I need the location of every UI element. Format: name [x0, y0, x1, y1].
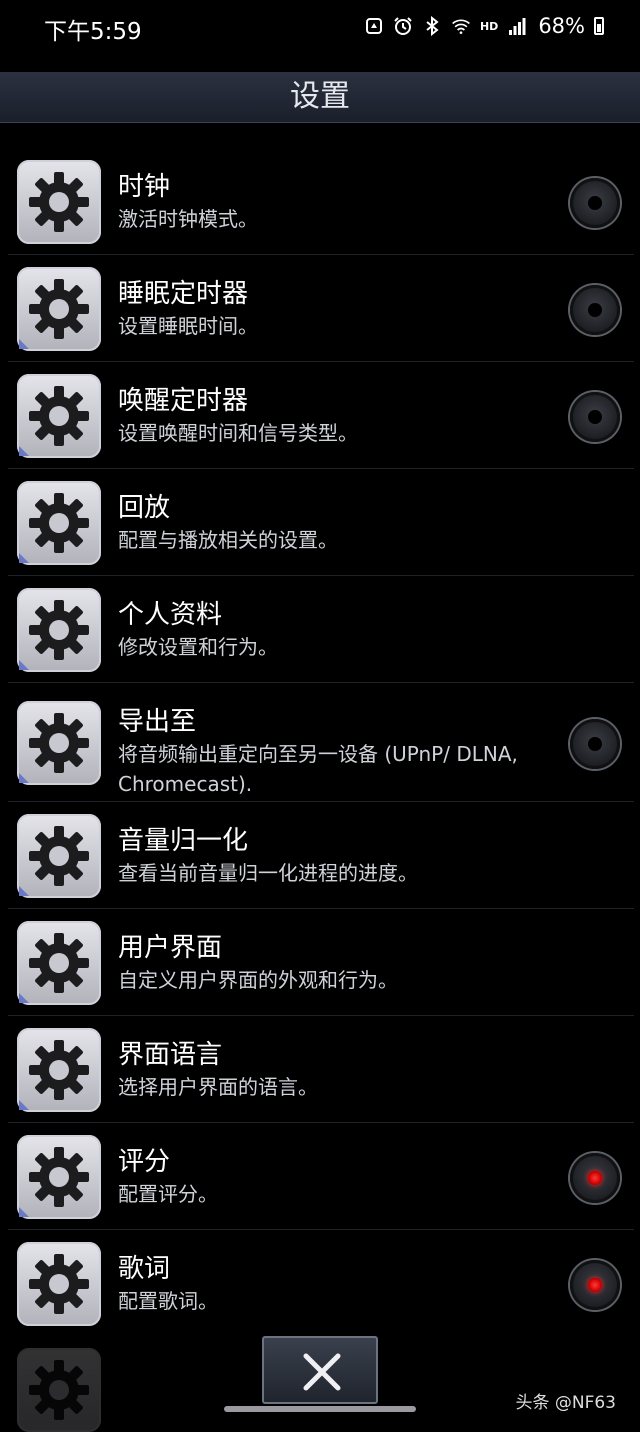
submenu-corner-icon	[19, 993, 29, 1003]
item-subtitle: 激活时钟模式。	[118, 207, 258, 231]
page-title-bar: 设置	[0, 72, 640, 123]
gear-icon	[17, 814, 101, 898]
submenu-corner-icon	[19, 446, 29, 456]
settings-item-profile[interactable]: 个人资料 修改设置和行为。	[8, 576, 634, 683]
status-bar: 下午5:59 HD 68%	[0, 0, 640, 60]
item-title: 用户界面	[118, 933, 223, 963]
item-subtitle: 设置睡眠时间。	[118, 314, 258, 338]
gear-icon	[17, 160, 101, 244]
settings-list: 时钟 激活时钟模式。 睡眠定时器 设置睡眠时间。 唤醒定时器 设置唤醒时间和信号…	[8, 148, 634, 1336]
battery-percent: 68%	[538, 14, 585, 38]
toggle-off[interactable]	[570, 285, 620, 335]
watermark: 头条 @NF63	[515, 1393, 616, 1413]
toggle-off[interactable]	[570, 178, 620, 228]
alarm-icon	[394, 17, 412, 35]
item-title: 回放	[118, 493, 171, 523]
item-title: 歌词	[118, 1254, 171, 1284]
settings-item-lyrics[interactable]: 歌词 配置歌词。	[8, 1230, 634, 1336]
settings-item-user-interface[interactable]: 用户界面 自定义用户界面的外观和行为。	[8, 909, 634, 1016]
settings-item-interface-language[interactable]: 界面语言 选择用户界面的语言。	[8, 1016, 634, 1123]
item-title: 睡眠定时器	[118, 279, 249, 309]
gear-icon	[17, 921, 101, 1005]
item-title: 个人资料	[118, 600, 223, 630]
item-title: 唤醒定时器	[118, 386, 249, 416]
item-subtitle: 设置唤醒时间和信号类型。	[118, 421, 358, 445]
gear-icon	[17, 1242, 101, 1326]
submenu-corner-icon	[19, 660, 29, 670]
item-subtitle: 修改设置和行为。	[118, 635, 278, 659]
item-subtitle: 查看当前音量归一化进程的进度。	[118, 861, 418, 885]
item-subtitle: 配置评分。	[118, 1182, 218, 1206]
close-button[interactable]	[262, 1336, 378, 1404]
settings-item-volume-normalization[interactable]: 音量归一化 查看当前音量归一化进程的进度。	[8, 802, 634, 909]
item-subtitle: 将音频输出重定向至另一设备 (UPnP/ DLNA, Chromecast).	[118, 742, 518, 796]
settings-item-rating[interactable]: 评分 配置评分。	[8, 1123, 634, 1230]
gear-icon	[17, 267, 101, 351]
submenu-corner-icon	[19, 1207, 29, 1217]
toggle-on[interactable]	[570, 1260, 620, 1310]
close-icon	[303, 1353, 341, 1391]
wifi-icon	[452, 19, 470, 34]
home-indicator[interactable]	[224, 1406, 416, 1412]
status-icons: HD 68%	[364, 14, 604, 38]
network-type-label: HD	[479, 19, 499, 33]
toggle-off[interactable]	[570, 719, 620, 769]
item-subtitle: 选择用户界面的语言。	[118, 1075, 318, 1099]
submenu-corner-icon	[19, 553, 29, 563]
toggle-on[interactable]	[570, 1153, 620, 1203]
settings-item-playback[interactable]: 回放 配置与播放相关的设置。	[8, 469, 634, 576]
gear-icon	[17, 481, 101, 565]
gear-icon	[17, 1028, 101, 1112]
submenu-corner-icon	[19, 339, 29, 349]
settings-item-wake-timer[interactable]: 唤醒定时器 设置唤醒时间和信号类型。	[8, 362, 634, 469]
bluetooth-icon	[426, 16, 439, 36]
gear-icon	[17, 374, 101, 458]
gear-icon	[17, 701, 101, 785]
settings-item-clock[interactable]: 时钟 激活时钟模式。	[8, 148, 634, 255]
item-subtitle: 配置与播放相关的设置。	[118, 528, 338, 552]
item-subtitle: 配置歌词。	[118, 1289, 218, 1313]
toggle-off[interactable]	[570, 392, 620, 442]
submenu-corner-icon	[19, 773, 29, 783]
item-title: 导出至	[118, 707, 197, 737]
item-title: 时钟	[118, 172, 171, 202]
settings-item-sleep-timer[interactable]: 睡眠定时器 设置睡眠时间。	[8, 255, 634, 362]
gear-icon	[17, 588, 101, 672]
item-subtitle: 自定义用户界面的外观和行为。	[118, 968, 398, 992]
recycle-icon	[365, 18, 382, 34]
gear-icon	[17, 1135, 101, 1219]
submenu-corner-icon	[19, 1100, 29, 1110]
item-title: 音量归一化	[118, 826, 249, 856]
page-title: 设置	[290, 79, 350, 114]
settings-item-output-to[interactable]: 导出至 将音频输出重定向至另一设备 (UPnP/ DLNA, Chromecas…	[8, 683, 634, 802]
item-title: 界面语言	[118, 1040, 223, 1070]
submenu-corner-icon	[19, 886, 29, 896]
item-title: 评分	[118, 1147, 171, 1177]
battery-icon	[594, 17, 604, 35]
signal-icon	[509, 18, 526, 35]
status-time: 下午5:59	[44, 19, 142, 45]
gear-icon	[17, 1348, 101, 1432]
